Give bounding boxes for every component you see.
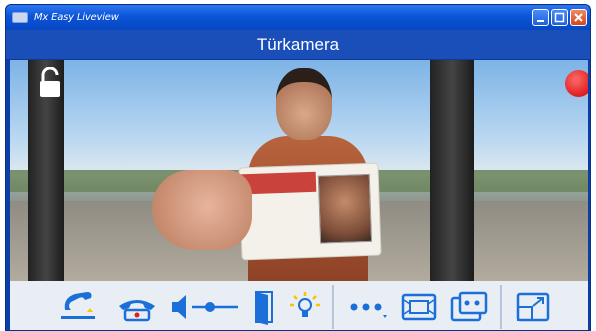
person-head bbox=[276, 68, 332, 140]
hang-up-button[interactable] bbox=[108, 287, 166, 327]
window-controls bbox=[532, 9, 587, 26]
double-view-icon bbox=[450, 291, 488, 321]
phone-pickup-icon bbox=[61, 291, 95, 319]
fit-screen-icon bbox=[401, 293, 437, 320]
title-bar[interactable]: Mx Easy Liveview bbox=[6, 5, 590, 30]
toolbar-divider bbox=[332, 284, 334, 329]
record-icon[interactable] bbox=[565, 70, 588, 97]
app-icon bbox=[12, 12, 28, 23]
window-title: Mx Easy Liveview bbox=[34, 12, 119, 23]
phone-hangup-icon bbox=[119, 299, 155, 321]
light-button[interactable] bbox=[284, 287, 326, 327]
maximize-button[interactable] bbox=[551, 9, 568, 26]
minimize-button[interactable] bbox=[532, 9, 549, 26]
app-window: Mx Easy Liveview Türkamera bbox=[5, 4, 591, 331]
minimize-icon bbox=[537, 20, 544, 22]
close-button[interactable] bbox=[570, 9, 587, 26]
lock-icon[interactable] bbox=[38, 67, 62, 99]
accept-call-button[interactable] bbox=[50, 287, 108, 327]
speaker-slider-icon bbox=[172, 294, 238, 319]
more-dots-icon bbox=[350, 303, 387, 318]
door-icon bbox=[255, 290, 273, 325]
view-fit-button[interactable] bbox=[394, 287, 444, 327]
more-button[interactable] bbox=[340, 287, 394, 327]
fullscreen-button[interactable] bbox=[508, 287, 558, 327]
camera-title: Türkamera bbox=[6, 30, 590, 60]
toolbar-divider bbox=[500, 284, 502, 329]
fullscreen-icon bbox=[516, 292, 550, 321]
id-card-photo bbox=[317, 173, 373, 244]
live-video[interactable] bbox=[10, 60, 588, 281]
close-icon bbox=[574, 13, 583, 22]
door-open-button[interactable] bbox=[246, 287, 284, 327]
volume-slider[interactable] bbox=[166, 287, 246, 327]
view-double-button[interactable] bbox=[444, 287, 494, 327]
person-hand bbox=[152, 170, 252, 250]
light-bulb-icon bbox=[290, 291, 320, 317]
toolbar bbox=[10, 281, 588, 330]
maximize-icon bbox=[554, 12, 565, 23]
id-card bbox=[238, 162, 382, 261]
video-right-post bbox=[430, 60, 474, 281]
